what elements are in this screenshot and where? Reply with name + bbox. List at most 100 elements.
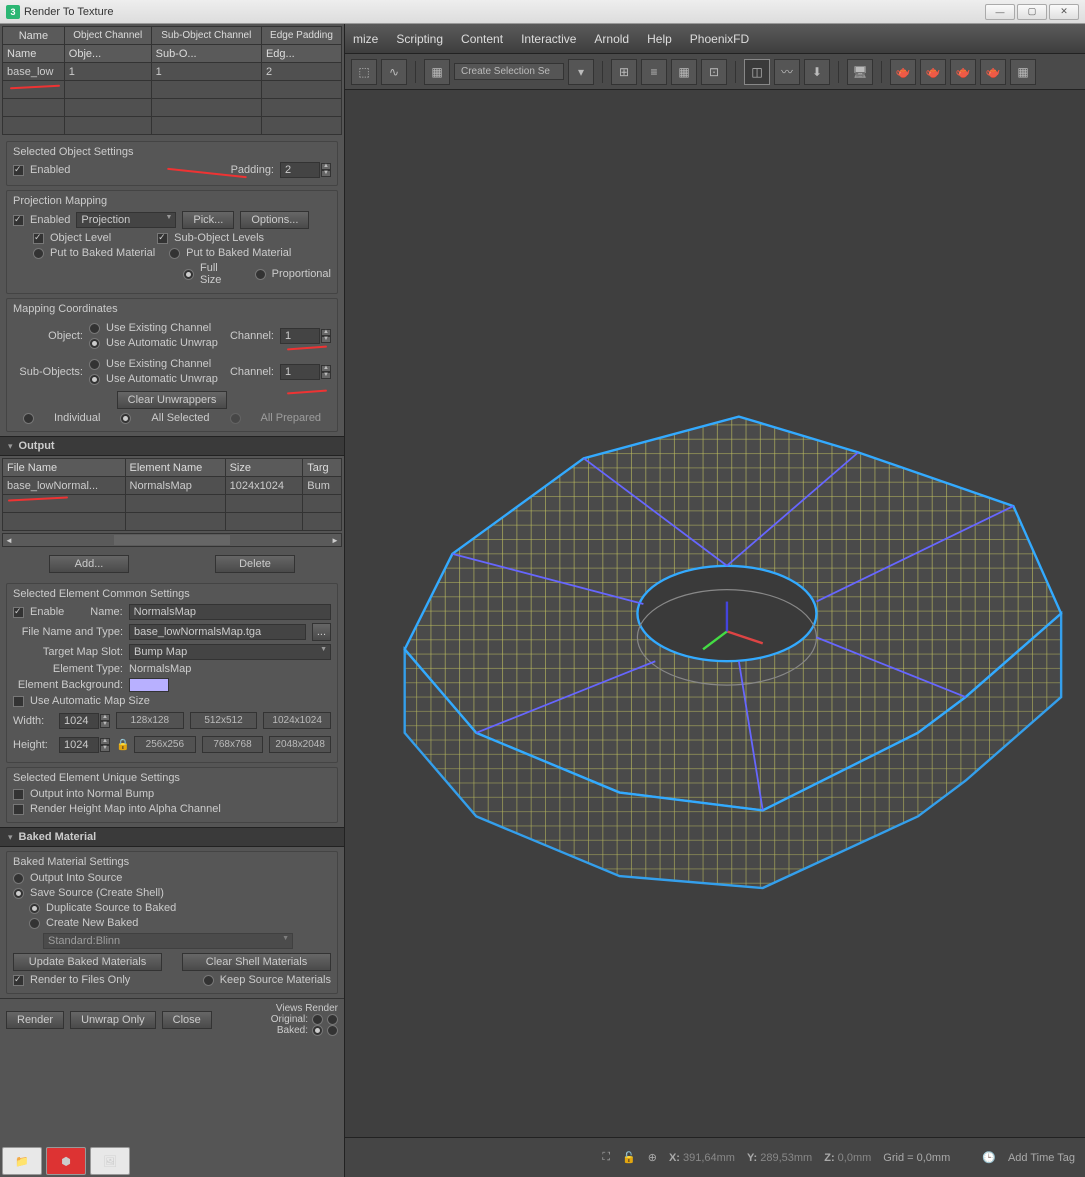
proportional-radio[interactable]	[255, 269, 266, 280]
taskbar-item[interactable]: 📁	[2, 1147, 42, 1175]
add-time-tag[interactable]: Add Time Tag	[1008, 1152, 1075, 1164]
teapot-icon[interactable]: 🫖	[980, 59, 1006, 85]
viewport-canvas[interactable]	[345, 90, 1085, 1137]
put-baked-radio-1[interactable]	[33, 248, 44, 259]
enable-checkbox[interactable]	[13, 607, 24, 618]
grid-info: Grid = 0,0mm	[883, 1152, 950, 1164]
individual-radio[interactable]	[23, 413, 34, 424]
menu-help[interactable]: Help	[647, 32, 672, 46]
file-browse-button[interactable]: ...	[312, 623, 331, 641]
create-new-baked-radio[interactable]	[29, 918, 40, 929]
auto-map-size-checkbox[interactable]	[13, 696, 24, 707]
padding-spinner[interactable]: ▲▼	[280, 162, 331, 178]
tool-icon[interactable]: ▦	[1010, 59, 1036, 85]
proj-enabled-checkbox[interactable]	[13, 215, 24, 226]
mapping-coordinates-title: Mapping Coordinates	[13, 303, 331, 315]
enabled-checkbox[interactable]	[13, 165, 24, 176]
minimize-button[interactable]: —	[985, 4, 1015, 20]
unwrap-only-button[interactable]: Unwrap Only	[70, 1011, 156, 1029]
output-into-source-radio[interactable]	[13, 873, 24, 884]
menu-phoenixfd[interactable]: PhoenixFD	[690, 32, 749, 46]
keep-source-radio[interactable]	[203, 975, 214, 986]
element-name-input[interactable]	[129, 604, 331, 620]
lock-icon[interactable]: 🔒	[116, 738, 128, 751]
sub-channel-spinner[interactable]: ▲▼	[280, 364, 331, 380]
objects-table[interactable]: Name Object Channel Sub-Object Channel E…	[2, 26, 342, 135]
add-button[interactable]: Add...	[49, 555, 129, 573]
teapot-icon[interactable]: 🫖	[950, 59, 976, 85]
full-size-radio[interactable]	[183, 269, 194, 280]
tool-icon[interactable]: ▦	[671, 59, 697, 85]
sub-object-levels-checkbox[interactable]	[157, 233, 168, 244]
row-name[interactable]: base_low	[3, 63, 65, 81]
baked-material-dropdown[interactable]: Standard:Blinn	[43, 933, 293, 949]
size-128[interactable]: 128x128	[116, 712, 184, 729]
obj-auto-radio[interactable]	[89, 338, 100, 349]
close-button[interactable]: ✕	[1049, 4, 1079, 20]
render-height-alpha-checkbox[interactable]	[13, 804, 24, 815]
file-name-input[interactable]	[129, 624, 306, 640]
output-section-title[interactable]: Output	[0, 436, 344, 456]
views-baked-radio[interactable]	[312, 1025, 323, 1036]
baked-material-section-title[interactable]: Baked Material	[0, 827, 344, 847]
update-baked-button[interactable]: Update Baked Materials	[13, 953, 162, 971]
taskbar-item[interactable]: 🖼	[90, 1147, 130, 1175]
teapot-icon[interactable]: 🫖	[920, 59, 946, 85]
menu-arnold[interactable]: Arnold	[594, 32, 629, 46]
maximize-button[interactable]: ▢	[1017, 4, 1047, 20]
output-normal-bump-checkbox[interactable]	[13, 789, 24, 800]
tool-icon[interactable]: ◫	[744, 59, 770, 85]
duplicate-source-radio[interactable]	[29, 903, 40, 914]
size-768[interactable]: 768x768	[202, 736, 264, 753]
all-prepared-radio[interactable]	[230, 413, 241, 424]
selection-set-input[interactable]	[454, 63, 564, 80]
size-2048[interactable]: 2048x2048	[269, 736, 331, 753]
target-map-slot-dropdown[interactable]: Bump Map	[129, 644, 331, 660]
sub-existing-radio[interactable]	[89, 359, 100, 370]
clear-unwrappers-button[interactable]: Clear Unwrappers	[117, 391, 228, 409]
options-button[interactable]: Options...	[240, 211, 309, 229]
close-panel-button[interactable]: Close	[162, 1011, 212, 1029]
size-1024[interactable]: 1024x1024	[263, 712, 331, 729]
delete-button[interactable]: Delete	[215, 555, 295, 573]
tool-icon[interactable]: ≡	[641, 59, 667, 85]
sub-auto-radio[interactable]	[89, 374, 100, 385]
object-level-checkbox[interactable]	[33, 233, 44, 244]
lock-icon[interactable]: 🔓	[622, 1151, 636, 1164]
tool-icon[interactable]: ⊡	[701, 59, 727, 85]
dropdown-icon[interactable]: ▾	[568, 59, 594, 85]
height-spinner[interactable]: ▲▼	[59, 737, 110, 753]
save-source-radio[interactable]	[13, 888, 24, 899]
main-menubar[interactable]: mize Scripting Content Interactive Arnol…	[345, 24, 1085, 54]
views-original-radio[interactable]	[312, 1014, 323, 1025]
tool-icon[interactable]: ⊞	[611, 59, 637, 85]
taskbar-item[interactable]: ⬢	[46, 1147, 86, 1175]
tool-icon[interactable]: ▦	[424, 59, 450, 85]
clear-shell-button[interactable]: Clear Shell Materials	[182, 953, 331, 971]
tool-icon[interactable]: ∿	[381, 59, 407, 85]
width-spinner[interactable]: ▲▼	[59, 713, 110, 729]
put-baked-radio-2[interactable]	[169, 248, 180, 259]
snap-icon[interactable]: ⊕	[648, 1151, 657, 1164]
tool-icon[interactable]: ⬇	[804, 59, 830, 85]
render-button[interactable]: Render	[6, 1011, 64, 1029]
obj-existing-radio[interactable]	[89, 323, 100, 334]
menu-scripting[interactable]: Scripting	[396, 32, 443, 46]
all-selected-radio[interactable]	[120, 413, 131, 424]
menu-content[interactable]: Content	[461, 32, 503, 46]
teapot-icon[interactable]: 🫖	[890, 59, 916, 85]
size-512[interactable]: 512x512	[190, 712, 258, 729]
pick-button[interactable]: Pick...	[182, 211, 234, 229]
isolate-icon[interactable]: ⛶	[602, 1151, 610, 1164]
size-256[interactable]: 256x256	[134, 736, 196, 753]
projection-dropdown[interactable]: Projection	[76, 212, 176, 228]
tool-icon[interactable]: 〰	[774, 59, 800, 85]
element-background-color[interactable]	[129, 678, 169, 692]
output-table[interactable]: File Name Element Name Size Targ base_lo…	[2, 458, 342, 531]
obj-channel-spinner[interactable]: ▲▼	[280, 328, 331, 344]
menu-customize[interactable]: mize	[353, 32, 378, 46]
tool-icon[interactable]: ⬚	[351, 59, 377, 85]
render-to-files-checkbox[interactable]	[13, 975, 24, 986]
tool-icon[interactable]: 🖥	[847, 59, 873, 85]
menu-interactive[interactable]: Interactive	[521, 32, 576, 46]
